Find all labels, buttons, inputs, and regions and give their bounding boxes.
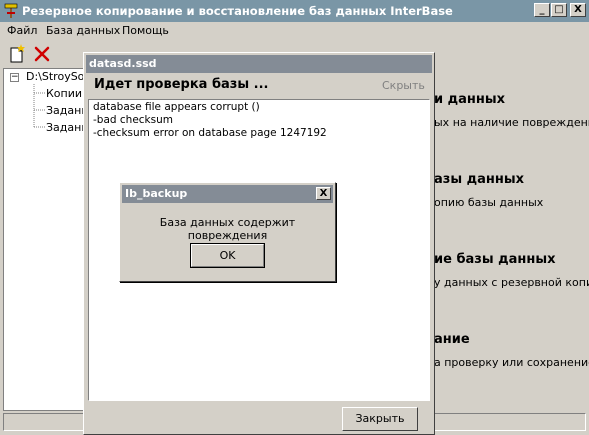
action-heading-schedule[interactable]: ание xyxy=(434,332,470,347)
close-button[interactable]: X xyxy=(570,3,586,17)
menu-help[interactable]: Помощь xyxy=(122,22,169,40)
maximize-button[interactable]: □ xyxy=(551,3,567,17)
action-desc-restore: у данных с резервной копии xyxy=(434,276,589,289)
hide-button[interactable]: Скрыть xyxy=(382,79,425,92)
action-heading-backup[interactable]: азы данных xyxy=(434,172,524,187)
menubar: Файл База данных Помощь xyxy=(0,22,589,40)
delete-x-icon xyxy=(34,46,50,62)
log-line: -checksum error on database page 1247192 xyxy=(93,127,327,139)
menu-database[interactable]: База данных xyxy=(46,22,120,40)
action-desc-schedule: а проверку или сохранение xyxy=(434,356,589,369)
ok-button[interactable]: OK xyxy=(190,243,265,268)
action-desc-check: ых на наличие повреждений xyxy=(434,116,589,129)
menu-file[interactable]: Файл xyxy=(7,22,37,40)
tree-root[interactable]: D:\StroySof xyxy=(26,70,88,83)
action-heading-restore[interactable]: ие базы данных xyxy=(434,252,556,267)
tree-item-copies[interactable]: Копии xyxy=(46,87,82,100)
dialog-title[interactable]: Ib_backup xyxy=(122,185,333,203)
database-tree[interactable]: − D:\StroySof Копии Задани Задани xyxy=(3,68,88,411)
log-line: -bad checksum xyxy=(93,114,173,126)
tree-expander[interactable]: − xyxy=(10,73,19,82)
app-tools-icon xyxy=(4,3,18,18)
ok-button-label: OK xyxy=(219,249,236,262)
action-desc-backup: опию базы данных xyxy=(434,196,544,209)
new-document-icon xyxy=(10,44,25,63)
action-heading-check[interactable]: и данных xyxy=(434,92,505,107)
progress-window-title[interactable]: datasd.ssd xyxy=(86,55,432,73)
new-button[interactable] xyxy=(7,44,29,64)
minimize-button[interactable]: _ xyxy=(534,3,550,17)
delete-button[interactable] xyxy=(32,44,54,64)
main-titlebar[interactable]: Резервное копирование и восстановление б… xyxy=(0,0,589,22)
main-title: Резервное копирование и восстановление б… xyxy=(22,4,453,18)
dialog-close-button[interactable]: X xyxy=(316,187,331,200)
tree-connector-lines xyxy=(33,84,46,128)
error-dialog: Ib_backup X База данных содержит поврежд… xyxy=(119,182,336,282)
close-progress-button[interactable]: Закрыть xyxy=(342,407,418,431)
log-line: database file appears corrupt () xyxy=(93,101,260,113)
dialog-message: База данных содержит повреждения xyxy=(159,216,296,242)
progress-heading: Идет проверка базы ... xyxy=(94,77,269,92)
actions-panel: и данных ых на наличие повреждений азы д… xyxy=(434,68,589,411)
